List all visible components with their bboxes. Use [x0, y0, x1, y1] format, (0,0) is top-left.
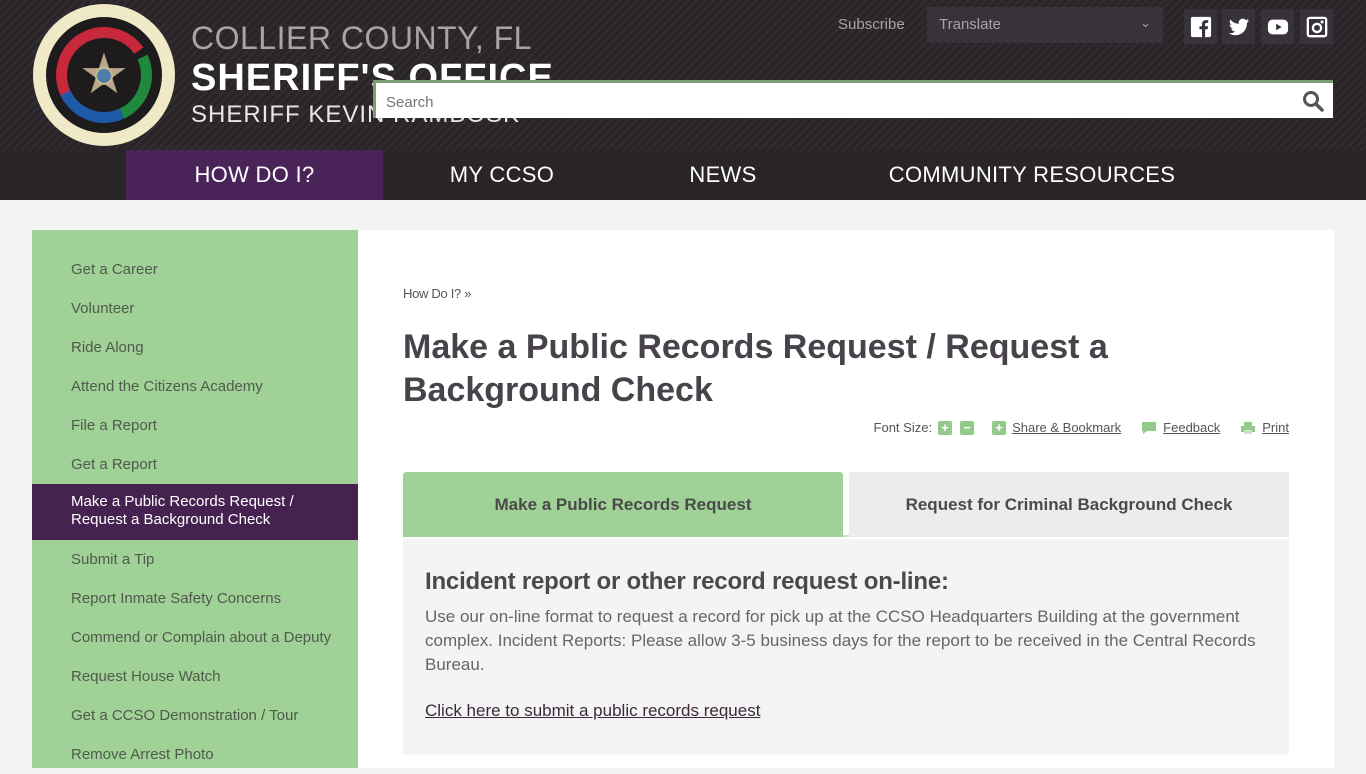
- content-tabs: Make a Public Records Request Request fo…: [403, 472, 1289, 537]
- search-bar: [373, 80, 1333, 118]
- twitter-icon: [1228, 18, 1249, 35]
- tab-public-records-request[interactable]: Make a Public Records Request: [403, 472, 843, 537]
- submit-public-records-link[interactable]: Click here to submit a public records re…: [425, 701, 760, 720]
- share-plus-icon: +: [992, 420, 1007, 435]
- sidebar-item-commend-complain[interactable]: Commend or Complain about a Deputy: [32, 618, 358, 657]
- tab-panel: Incident report or other record request …: [403, 539, 1289, 755]
- nav-news[interactable]: NEWS: [621, 150, 825, 200]
- sidebar-item-inmate-safety[interactable]: Report Inmate Safety Concerns: [32, 579, 358, 618]
- translate-label: Translate: [939, 16, 1001, 33]
- panel-body: Use our on-line format to request a reco…: [425, 607, 1256, 674]
- sidebar-item-file-a-report[interactable]: File a Report: [32, 406, 358, 445]
- facebook-link[interactable]: [1184, 9, 1217, 44]
- main-content: How Do I? » Make a Public Records Reques…: [358, 230, 1334, 768]
- seal-inner: ★: [46, 17, 162, 133]
- florida-seal-icon: [95, 66, 113, 85]
- youtube-icon: [1267, 19, 1288, 34]
- instagram-link[interactable]: [1300, 9, 1333, 44]
- site-title-county: COLLIER COUNTY, FL: [191, 20, 532, 56]
- page-title: Make a Public Records Request / Request …: [403, 328, 1108, 409]
- sidebar-item-get-a-career[interactable]: Get a Career: [32, 250, 358, 289]
- share-bookmark-link[interactable]: Share & Bookmark: [1012, 420, 1121, 435]
- sidebar-item-citizens-academy[interactable]: Attend the Citizens Academy: [32, 367, 358, 406]
- translate-select[interactable]: Translate ⌄: [927, 7, 1163, 43]
- site-header: ★ COLLIER COUNTY, FL SHERIFF'S OFFICE SH…: [0, 0, 1366, 150]
- sidebar-item-submit-a-tip[interactable]: Submit a Tip: [32, 540, 358, 579]
- facebook-icon: [1190, 16, 1211, 37]
- chevron-down-icon: ⌄: [1140, 15, 1151, 30]
- sidebar-item-remove-arrest-photo[interactable]: Remove Arrest Photo: [32, 735, 358, 774]
- twitter-link[interactable]: [1222, 9, 1255, 44]
- sidebar-item-demonstration-tour[interactable]: Get a CCSO Demonstration / Tour: [32, 696, 358, 735]
- nav-how-do-i[interactable]: HOW DO I?: [126, 150, 383, 200]
- sidebar-item-get-a-report[interactable]: Get a Report: [32, 445, 358, 484]
- page-tools: Font Size: + − + Share & Bookmark Feedba…: [874, 420, 1289, 435]
- sidebar-item-public-records-request[interactable]: Make a Public Records Request / Request …: [32, 484, 358, 540]
- font-decrease-button[interactable]: −: [960, 420, 975, 435]
- sheriff-seal-logo[interactable]: ★: [33, 4, 175, 146]
- sidebar-nav: Get a Career Volunteer Ride Along Attend…: [32, 230, 358, 768]
- feedback-link[interactable]: Feedback: [1163, 420, 1220, 435]
- search-input[interactable]: [386, 89, 1286, 115]
- tab-criminal-background-check[interactable]: Request for Criminal Background Check: [849, 472, 1289, 537]
- sidebar-item-ride-along[interactable]: Ride Along: [32, 328, 358, 367]
- feedback-icon: [1142, 421, 1157, 434]
- subscribe-link[interactable]: Subscribe: [838, 16, 905, 33]
- breadcrumb[interactable]: How Do I? »: [403, 286, 472, 301]
- panel-heading: Incident report or other record request …: [425, 568, 949, 595]
- nav-community-resources[interactable]: COMMUNITY RESOURCES: [825, 150, 1239, 200]
- print-link[interactable]: Print: [1262, 420, 1289, 435]
- instagram-icon: [1306, 16, 1327, 37]
- youtube-link[interactable]: [1261, 9, 1294, 44]
- sidebar-item-house-watch[interactable]: Request House Watch: [32, 657, 358, 696]
- search-icon[interactable]: [1301, 89, 1325, 113]
- print-icon: [1241, 421, 1256, 434]
- font-increase-button[interactable]: +: [938, 420, 953, 435]
- sidebar-item-volunteer[interactable]: Volunteer: [32, 289, 358, 328]
- font-size-label: Font Size:: [873, 420, 933, 435]
- main-nav: HOW DO I? MY CCSO NEWS COMMUNITY RESOURC…: [0, 150, 1366, 200]
- nav-my-ccso[interactable]: MY CCSO: [383, 150, 621, 200]
